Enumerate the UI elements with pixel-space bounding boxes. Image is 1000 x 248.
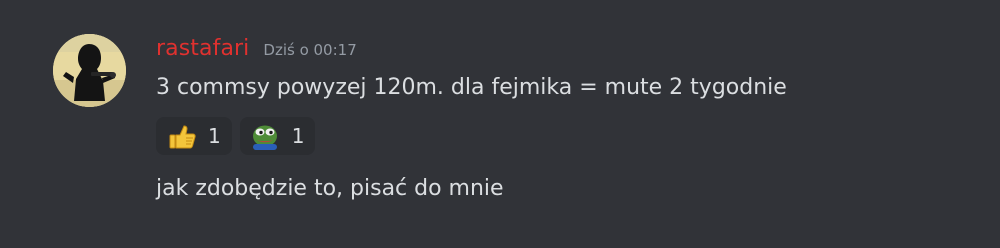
pepe-frog-emoji-icon [250, 121, 280, 151]
reaction-count: 1 [208, 124, 221, 148]
username[interactable]: rastafari [156, 36, 249, 61]
message-header: rastafari Dziś o 00:17 [156, 36, 357, 66]
reaction-thumbs-up[interactable]: 1 [156, 117, 232, 155]
reaction-pepe[interactable]: 1 [239, 117, 316, 155]
thumbs-up-icon [166, 121, 196, 151]
message-group: rastafari Dziś o 00:17 3 commsy powyzej … [0, 0, 1000, 248]
avatar[interactable] [53, 34, 126, 107]
timestamp[interactable]: Dziś o 00:17 [263, 41, 356, 59]
message-text-2: jak zdobędzie to, pisać do mnie [156, 176, 504, 201]
message-text-1: 3 commsy powyzej 120m. dla fejmika = mut… [156, 75, 787, 100]
reaction-count: 1 [291, 124, 305, 148]
reactions-row: 1 1 [156, 117, 316, 155]
